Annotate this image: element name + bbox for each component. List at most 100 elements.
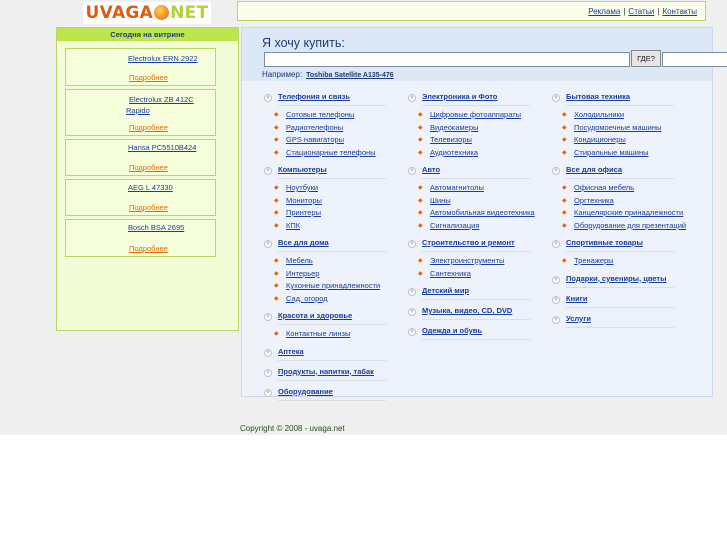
subcategory-link[interactable]: ◆ Радиотелефоны [264,122,389,135]
diamond-bullet-icon: ◆ [562,210,567,216]
expand-bullet-icon: + [264,94,272,102]
subcategory-link[interactable]: ◆ Стиральные машины [552,147,677,160]
category-link[interactable]: + Строительство и ремонт [408,238,533,252]
subcategory-link[interactable]: ◆ Принтеры [264,207,389,220]
ads-link[interactable]: Реклама [588,7,620,16]
expand-bullet-icon: + [264,348,272,357]
search-input[interactable] [264,52,630,67]
diamond-bullet-icon: ◆ [418,270,423,277]
subcategory-link[interactable]: ◆ Видеокамеры [408,122,533,135]
subcategory-link[interactable]: ◆ Холодильники [552,109,677,122]
category-link[interactable]: + Красота и здоровье [264,311,389,325]
category-block: + Услуги [552,314,677,328]
subcategory-link[interactable]: ◆ Офисная мебель [552,182,677,195]
more-link[interactable]: Подробнее [129,163,168,172]
subcategory-link[interactable]: ◆ Электроинструменты [408,255,533,268]
diamond-bullet-icon: ◆ [274,137,279,143]
category-link[interactable]: + Книги [552,294,677,308]
subcategory-link[interactable]: ◆ Ноутбуки [264,182,389,195]
subcategory-link[interactable]: ◆ КПК [264,220,389,233]
category-block: + Красота и здоровье ◆ Контактные линзы [264,311,389,341]
more-link[interactable]: Подробнее [129,123,168,132]
diamond-bullet-icon: ◆ [562,137,567,143]
diamond-bullet-icon: ◆ [418,258,423,264]
subcategory-link[interactable]: ◆ Кондиционеры [552,134,677,147]
search-example: Например: Toshiba Satellite A135-476 [262,70,394,79]
catalog-panel: Я хочу купить: ГДЕ? Например: Toshiba Sat… [241,27,727,401]
search-title: Я хочу купить: [262,36,345,50]
subcategory-link[interactable]: ◆ Посудомоечные машины [552,122,677,135]
subcategory-link[interactable]: ◆ Кухонные принадлежности [264,280,389,293]
site-logo[interactable]: UVAGA NET [83,2,211,24]
category-link[interactable]: + Электроника и Фото [408,92,533,106]
copyright: Copyright © 2008 - uvaga.net [240,424,345,433]
expand-bullet-icon: + [264,167,272,175]
category-link[interactable]: + Компьютеры [264,165,389,179]
subcategory-link[interactable]: ◆ GPS навигаторы [264,134,389,147]
more-link[interactable]: Подробнее [129,73,168,82]
product-link[interactable]: Electrolux ERN 2922 [128,53,198,64]
category-link[interactable]: + Детский мир [408,286,533,300]
category-link[interactable]: + Одежда и обувь [408,326,533,340]
category-link[interactable]: + Все для дома [264,238,389,252]
diamond-bullet-icon: ◆ [418,210,423,216]
subcategory-link[interactable]: ◆ Аудиотехника [408,147,533,160]
diamond-bullet-icon: ◆ [562,185,567,191]
more-link[interactable]: Подробнее [129,203,168,212]
category-link[interactable]: + Оборудование [264,387,389,401]
category-link[interactable]: + Авто [408,165,533,179]
subcategory-link[interactable]: ◆ Сотовые телефоны [264,109,389,122]
more-link[interactable]: Подробнее [129,244,168,253]
expand-bullet-icon: + [552,295,560,304]
category-link[interactable]: + Телефония и связь [264,92,389,106]
category-link[interactable]: + Спортивные товары [552,238,677,252]
where-button[interactable]: ГДЕ? [631,50,661,67]
subcategory-link[interactable]: ◆ Автомагнитолы [408,182,533,195]
subcategory-link[interactable]: ◆ Тренажеры [552,255,677,268]
subcategory-link[interactable]: ◆ Сад, огород [264,293,389,306]
category-link[interactable]: + Аптека [264,347,389,361]
product-link[interactable]: Electrolux ZB 412C [129,94,194,105]
expand-bullet-icon: + [552,167,560,175]
example-link[interactable]: Toshiba Satellite A135-476 [306,72,394,79]
category-link[interactable]: + Продукты, напитки, табак [264,367,389,381]
diamond-bullet-icon: ◆ [562,112,567,118]
articles-link[interactable]: Статьи [628,7,654,16]
subcategory-link[interactable]: ◆ Оборудование для презентаций [552,220,686,233]
subcategory-link[interactable]: ◆ Стационарные телефоны [264,147,389,160]
category-link[interactable]: + Услуги [552,314,677,328]
product-link[interactable]: Hansa PC5510B424 [128,142,196,153]
category-block: + Компьютеры ◆ Ноутбуки ◆ Мониторы ◆ Принтеры ◆ К… [264,165,389,232]
diamond-bullet-icon: ◆ [562,222,567,229]
diamond-bullet-icon: ◆ [418,112,423,118]
product-link[interactable]: Bosch BSA 2695 [128,222,184,233]
where-input[interactable] [662,52,727,67]
diamond-bullet-icon: ◆ [274,185,279,191]
category-block: + Электроника и Фото ◆ Цифровые фотоаппарат… [408,92,533,159]
subcategory-link[interactable]: ◆ Интерьер [264,268,389,281]
category-link[interactable]: + Бытовая техника [552,92,677,106]
subcategory-link[interactable]: ◆ Цифровые фотоаппараты [408,109,533,122]
category-column-2: + Электроника и Фото ◆ Цифровые фотоаппарат… [408,92,535,346]
category-link[interactable]: + Подарки, сувениры, цветы [552,274,677,288]
subcategory-link[interactable]: ◆ Оргтехника [552,195,677,208]
category-link[interactable]: + Музыка, видео, CD, DVD [408,306,533,320]
contacts-link[interactable]: Контакты [662,7,697,16]
showcase-item: AEG L 47330 Подробнее [65,179,216,216]
subcategory-link[interactable]: ◆ Канцелярские принадлежности [552,207,683,220]
subcategory-link[interactable]: ◆ Мебель [264,255,389,268]
diamond-bullet-icon: ◆ [274,295,279,302]
subcategory-link[interactable]: ◆ Сигнализация [408,220,533,233]
subcategory-link[interactable]: ◆ Мониторы [264,195,389,208]
category-block: + Спортивные товары ◆ Тренажеры [552,238,677,268]
subcategory-link[interactable]: ◆ Контактные линзы [264,328,389,341]
expand-bullet-icon: + [408,167,416,175]
product-link-line2[interactable]: Rapido [126,106,150,115]
subcategory-link[interactable]: ◆ Автомобильная видеотехника [408,207,535,220]
subcategory-link[interactable]: ◆ Сантехника [408,268,533,281]
diamond-bullet-icon: ◆ [274,270,279,277]
subcategory-link[interactable]: ◆ Телевизоры [408,134,533,147]
category-link[interactable]: + Все для офиса [552,165,677,179]
product-link[interactable]: AEG L 47330 [128,182,173,193]
subcategory-link[interactable]: ◆ Шины [408,195,533,208]
